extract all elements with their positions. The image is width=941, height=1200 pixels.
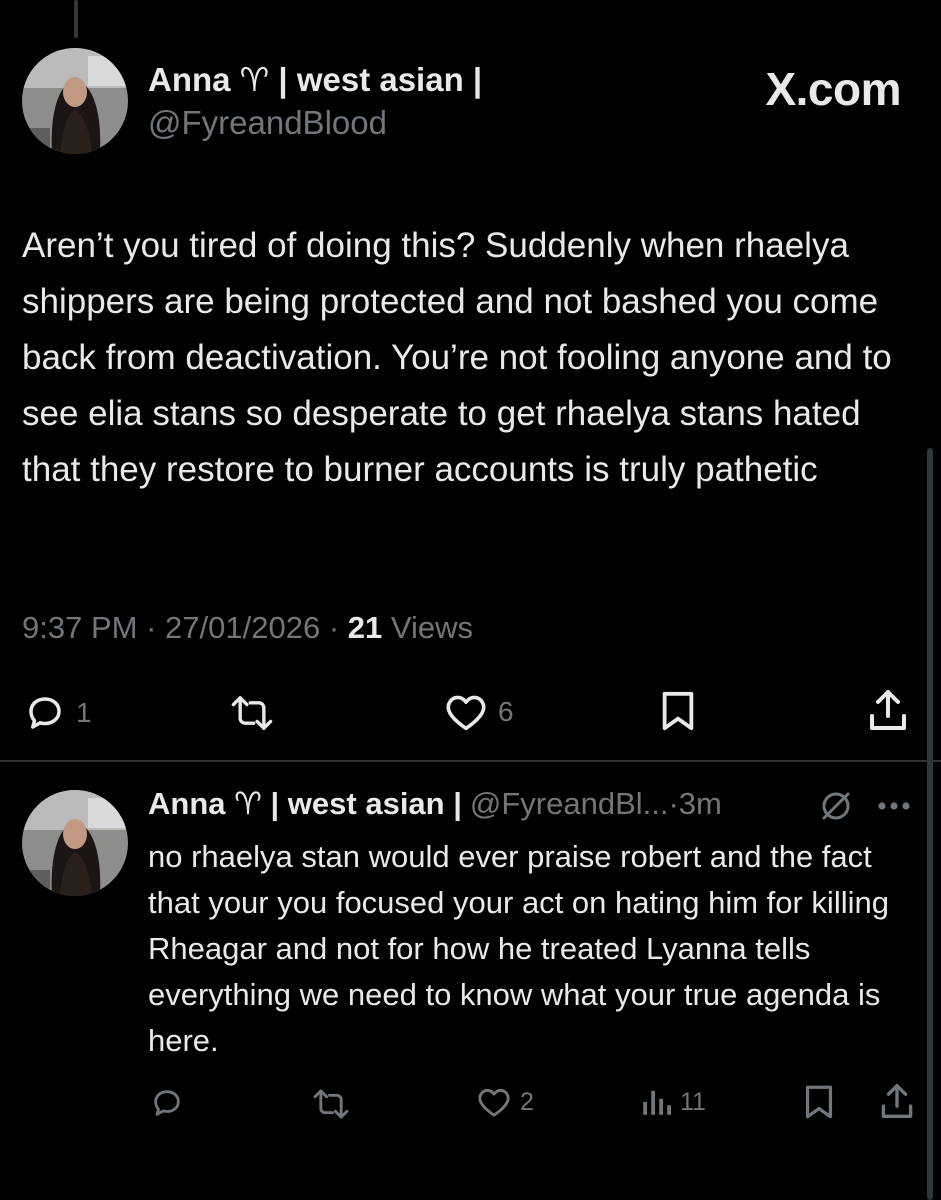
author-name[interactable]: Anna ♈︎ | west asian | [148,60,482,99]
scrollbar[interactable] [927,448,933,1200]
reply-button[interactable]: 1 [24,692,92,734]
bookmark-icon [805,1085,833,1119]
more-icon [878,802,910,810]
post-meta: 9:37 PM · 27/01/2026 · 21 Views [22,610,473,646]
avatar[interactable] [22,48,128,154]
share-button[interactable] [868,688,908,732]
views-label: Views [390,610,474,645]
author-handle[interactable]: @FyreandBlood [148,104,387,142]
reply-views-button[interactable]: 11 [640,1086,706,1118]
reply-time[interactable]: ·3m [668,786,721,822]
reply-header: Anna ♈︎ | west asian | @FyreandBl... ·3m [148,786,722,822]
x-logo: X.com [765,63,901,115]
views-chart-icon [643,1090,672,1115]
reply-author-name[interactable]: Anna ♈︎ | west asian | [148,786,462,822]
meta-separator: · [328,610,340,645]
reply-bookmark-button[interactable] [804,1084,834,1120]
like-button[interactable]: 6 [444,692,514,732]
reply-reply-button[interactable] [150,1086,184,1120]
reply-repost-button[interactable] [312,1088,350,1120]
meta-separator: · [146,610,157,645]
repost-icon [313,1089,349,1119]
reply-share-button[interactable] [880,1082,914,1120]
reply-like-count: 2 [520,1087,534,1116]
more-button[interactable] [876,800,912,812]
bookmark-icon [662,691,694,731]
heart-icon [446,695,486,731]
reply-like-button[interactable]: 2 [476,1086,534,1118]
reply-count: 1 [76,697,92,728]
reply-views-count: 11 [680,1087,706,1116]
repost-button[interactable] [230,694,274,732]
post-date[interactable]: 27/01/2026 [165,610,320,645]
bookmark-button[interactable] [660,690,696,732]
heart-icon [478,1088,510,1117]
post-text: Aren’t you tired of doing this? Suddenly… [22,226,892,489]
reply-author-handle[interactable]: @FyreandBl... [470,786,669,822]
reply-icon [154,1090,180,1116]
grok-icon [822,792,850,820]
grok-button[interactable] [818,788,854,824]
reply-icon [29,697,61,729]
reply-text: no rhaelya stan would ever praise robert… [148,839,889,1058]
repost-icon [231,696,273,730]
divider [0,760,941,762]
like-count: 6 [498,696,514,727]
share-icon [881,1084,913,1118]
post-time[interactable]: 9:37 PM [22,610,137,645]
views-count: 21 [347,610,383,645]
share-icon [870,690,906,730]
thread-connector-line [74,0,78,38]
avatar[interactable] [22,790,128,896]
